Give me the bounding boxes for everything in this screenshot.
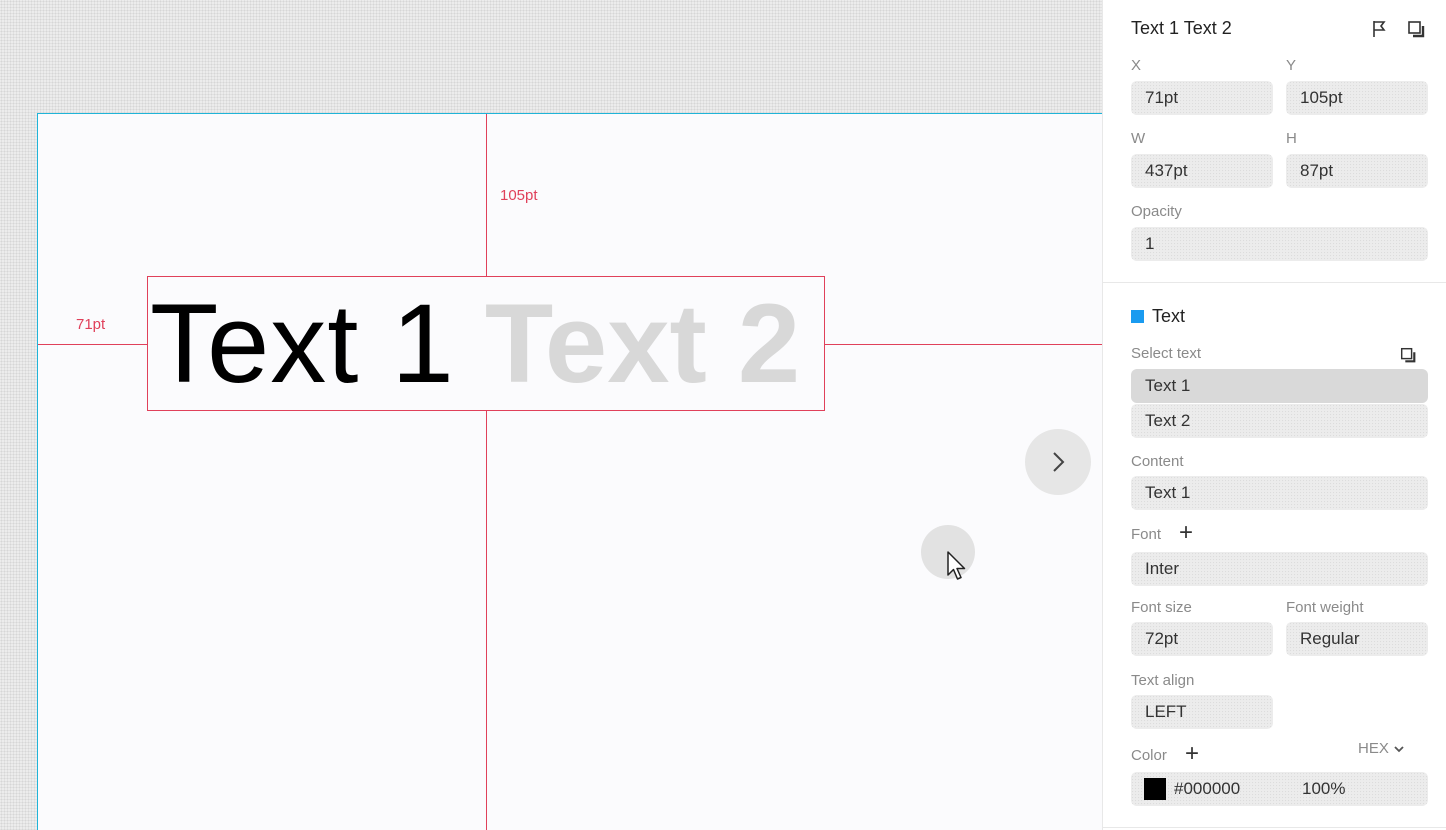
opacity-label: Opacity — [1131, 203, 1182, 220]
chevron-down-icon — [1394, 745, 1404, 752]
add-color-plus-icon[interactable]: + — [1185, 742, 1199, 766]
color-label: Color — [1131, 747, 1167, 764]
text-section-header: Text — [1131, 306, 1185, 327]
h-label: H — [1286, 130, 1297, 147]
color-hex-value: #000000 — [1174, 779, 1241, 798]
y-input[interactable]: 105pt — [1286, 81, 1428, 115]
font-input[interactable]: Inter — [1131, 552, 1428, 586]
font-label: Font — [1131, 526, 1162, 543]
measure-top-label: 105pt — [500, 187, 538, 204]
vertical-guide — [486, 114, 487, 830]
flag-icon[interactable] — [1369, 19, 1389, 39]
select-text-item-1[interactable]: Text 1 — [1131, 369, 1428, 403]
color-opacity-value: 100% — [1302, 779, 1346, 798]
color-mode-label: HEX — [1358, 740, 1389, 757]
x-label: X — [1131, 57, 1142, 74]
layout-section: Text 1 Text 2 X Y 71pt 105pt W H 437pt 8… — [1103, 0, 1446, 283]
selected-text-group[interactable]: Text 1 Text 2 — [147, 276, 825, 411]
canvas-workspace[interactable]: 105pt 71pt Text 1 Text 2 — [0, 0, 1102, 830]
chevron-right-icon — [1053, 452, 1065, 472]
font-weight-label: Font weight — [1286, 599, 1364, 616]
content-label: Content — [1131, 453, 1184, 470]
mouse-cursor-icon — [947, 551, 966, 580]
text-section-title: Text — [1152, 306, 1186, 326]
select-text-item-2[interactable]: Text 2 — [1131, 404, 1428, 438]
color-swatch[interactable] — [1144, 778, 1166, 800]
select-text-label: Select text — [1131, 345, 1202, 362]
text-layer-2[interactable]: Text 2 — [485, 287, 800, 400]
duplicate-icon[interactable] — [1406, 19, 1426, 39]
text-section: Text Select text Text 1 Text 2 Content T… — [1103, 282, 1446, 828]
selection-title: Text 1 Text 2 — [1131, 18, 1232, 38]
text-layer-1[interactable]: Text 1 — [150, 287, 455, 400]
w-label: W — [1131, 130, 1146, 147]
text-align-select[interactable]: LEFT — [1131, 695, 1273, 729]
y-label: Y — [1286, 57, 1297, 74]
copy-icon[interactable] — [1399, 346, 1417, 364]
font-size-input[interactable]: 72pt — [1131, 622, 1273, 656]
next-button[interactable] — [1025, 429, 1091, 495]
artboard[interactable] — [37, 113, 1102, 830]
text-color-square-icon — [1131, 310, 1144, 323]
opacity-input[interactable]: 1 — [1131, 227, 1428, 261]
measure-left-label: 71pt — [76, 316, 106, 333]
content-input[interactable]: Text 1 — [1131, 476, 1428, 510]
height-input[interactable]: 87pt — [1286, 154, 1428, 188]
x-input[interactable]: 71pt — [1131, 81, 1273, 115]
color-mode-dropdown[interactable]: HEX — [1358, 740, 1405, 757]
add-font-plus-icon[interactable]: + — [1179, 521, 1193, 545]
font-weight-select[interactable]: Regular — [1286, 622, 1428, 656]
properties-panel: Text 1 Text 2 X Y 71pt 105pt W H 437pt 8… — [1102, 0, 1446, 830]
width-input[interactable]: 437pt — [1131, 154, 1273, 188]
color-input[interactable]: #000000 100% — [1131, 772, 1428, 806]
font-size-label: Font size — [1131, 599, 1192, 616]
text-align-label: Text align — [1131, 672, 1195, 689]
